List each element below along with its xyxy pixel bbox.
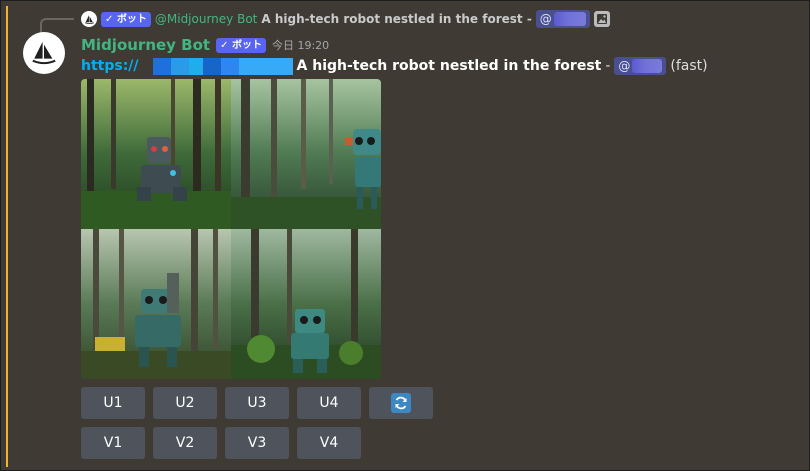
author-name[interactable]: Midjourney Bot: [81, 36, 210, 54]
reroll-icon: [391, 393, 411, 413]
mention-highlight-bar: [6, 6, 8, 467]
prompt-text: A high-tech robot nestled in the forest: [296, 58, 602, 74]
u3-button[interactable]: U3: [225, 387, 289, 419]
image-tile-1[interactable]: [81, 79, 231, 229]
v4-button[interactable]: V4: [297, 427, 361, 459]
v2-button[interactable]: V2: [153, 427, 217, 459]
reply-avatar[interactable]: [81, 11, 97, 27]
redacted-username: [553, 12, 586, 26]
sailboat-icon: [32, 41, 56, 65]
image-tile-3[interactable]: [81, 229, 231, 379]
bot-badge: ✓ ボット: [216, 37, 266, 53]
message-header: Midjourney Bot ✓ ボット 今日 19:20: [81, 34, 329, 56]
v1-button[interactable]: V1: [81, 427, 145, 459]
reply-mention[interactable]: @: [535, 10, 590, 28]
reply-mention-prefix: @: [539, 12, 552, 26]
reply-text[interactable]: A high-tech robot nestled in the forest …: [261, 12, 531, 26]
u1-button[interactable]: U1: [81, 387, 145, 419]
redacted-link[interactable]: [142, 57, 293, 75]
variation-button-row: V1 V2 V3 V4: [81, 427, 361, 459]
image-link[interactable]: https://: [81, 58, 139, 74]
u2-button[interactable]: U2: [153, 387, 217, 419]
message-content: https:// A high-tech robot nestled in th…: [81, 56, 708, 76]
mention-prefix: @: [618, 59, 631, 73]
timestamp[interactable]: 今日 19:20: [272, 37, 329, 53]
image-tile-2[interactable]: [231, 79, 381, 229]
image-grid[interactable]: [81, 79, 381, 379]
upscale-button-row: U1 U2 U3 U4: [81, 387, 433, 419]
u4-button[interactable]: U4: [297, 387, 361, 419]
separator: -: [605, 58, 611, 74]
user-mention[interactable]: @: [614, 57, 667, 75]
reply-author[interactable]: @Midjourney Bot: [155, 12, 258, 26]
image-tile-4[interactable]: [231, 229, 381, 379]
reply-reference[interactable]: ✓ ボット @Midjourney Bot A high-tech robot …: [81, 10, 610, 28]
redacted-username: [632, 59, 663, 73]
v3-button[interactable]: V3: [225, 427, 289, 459]
avatar[interactable]: [23, 32, 65, 74]
reroll-button[interactable]: [369, 387, 433, 419]
reply-bot-badge: ✓ ボット: [101, 11, 151, 27]
sailboat-icon: [84, 14, 94, 24]
speed-label: (fast): [670, 58, 708, 74]
image-icon[interactable]: [593, 11, 610, 27]
